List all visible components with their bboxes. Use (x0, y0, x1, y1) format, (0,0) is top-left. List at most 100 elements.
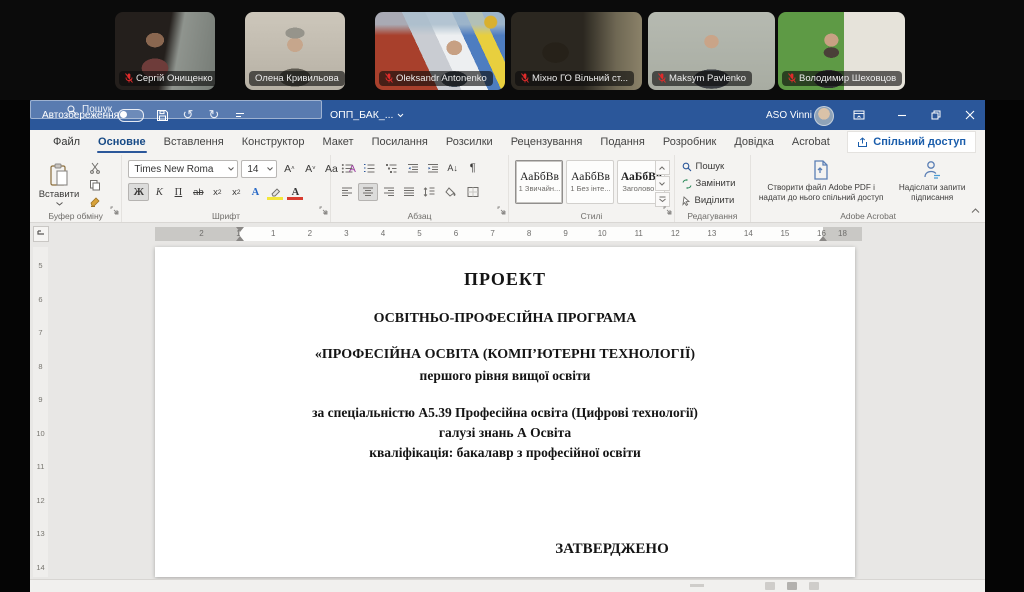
find-button[interactable]: Пошук (682, 161, 729, 172)
dialog-launcher-icon[interactable] (663, 202, 672, 220)
word-window: Автозбереження ↺ ↻ ОПП_БАК_... Пошук ASO… (30, 100, 985, 592)
text-effects-button[interactable]: А (246, 184, 264, 200)
align-right-button[interactable] (380, 184, 398, 200)
right-indent-marker[interactable] (819, 236, 827, 241)
share-button[interactable]: Спільний доступ (848, 132, 975, 152)
superscript-button[interactable]: x2 (227, 184, 245, 200)
ruler-number: 2 (183, 227, 220, 241)
horizontal-ruler[interactable]: 21 12345678910111213141516 18 (155, 227, 862, 241)
paint-bucket-icon (445, 187, 457, 197)
tab-mailings[interactable]: Розсилки (437, 132, 502, 153)
borders-button[interactable] (464, 184, 482, 200)
tab-home[interactable]: Основне (89, 132, 155, 153)
format-painter-icon[interactable] (86, 194, 104, 209)
undo-icon[interactable]: ↺ (176, 100, 200, 130)
document-page[interactable]: ПРОЕКТ ОСВІТНЬО-ПРОФЕСІЙНА ПРОГРАМА «ПРО… (155, 247, 855, 577)
ruler-left-margin: 21 (155, 227, 240, 241)
style-no-spacing[interactable]: АаБбВв 1 Без інте... (566, 160, 614, 204)
cut-icon[interactable] (86, 160, 104, 175)
dialog-launcher-icon[interactable] (319, 202, 328, 220)
dialog-launcher-icon[interactable] (497, 202, 506, 220)
ribbon-display-options-icon[interactable] (845, 100, 873, 130)
web-layout-button[interactable] (809, 582, 819, 590)
sort-button[interactable]: А↓ (444, 160, 462, 176)
ruler-number: 13 (33, 529, 48, 563)
tab-insert[interactable]: Вставлення (155, 132, 233, 153)
ruler-number: 10 (584, 227, 621, 241)
tab-view[interactable]: Подання (591, 132, 653, 153)
participant-video-6[interactable]: Володимир Шеховцов (778, 12, 905, 90)
copy-icon[interactable] (86, 177, 104, 192)
ruler-number: 3 (328, 227, 365, 241)
restore-button[interactable] (922, 100, 950, 130)
dialog-launcher-icon[interactable] (110, 202, 119, 220)
bullets-button[interactable] (338, 160, 356, 176)
increase-indent-button[interactable] (424, 160, 442, 176)
collapse-ribbon-icon[interactable] (971, 201, 980, 219)
create-pdf-button[interactable]: Створити файл Adobe PDF і надати до ньог… (757, 159, 885, 202)
align-left-button[interactable] (338, 184, 356, 200)
italic-button[interactable]: K (150, 184, 168, 200)
paste-button[interactable]: Вставити (38, 160, 80, 210)
decrease-indent-button[interactable] (404, 160, 422, 176)
multilevel-list-button[interactable] (382, 160, 400, 176)
close-button[interactable] (956, 100, 984, 130)
line-spacing-button[interactable] (420, 184, 438, 200)
underline-button[interactable]: П (169, 184, 187, 200)
participant-video-1[interactable]: Сергій Онищенко (115, 12, 215, 90)
shading-button[interactable] (442, 184, 460, 200)
grow-font-button[interactable]: A˄ (280, 161, 298, 177)
request-signatures-button[interactable]: Надіслати запити підписання (893, 159, 971, 202)
save-icon[interactable] (150, 100, 174, 130)
minimize-button[interactable] (888, 100, 916, 130)
tab-acrobat[interactable]: Acrobat (783, 132, 839, 153)
autosave-toggle[interactable] (118, 100, 144, 130)
left-indent-marker[interactable] (236, 236, 244, 241)
participant-video-3[interactable]: Oleksandr Antonenko (375, 12, 505, 90)
tab-layout[interactable]: Макет (313, 132, 362, 153)
font-size-select[interactable]: 14 (241, 160, 277, 178)
participant-video-4[interactable]: Міхно ГО Вільний ст... (511, 12, 642, 90)
first-line-indent-marker[interactable] (236, 227, 244, 232)
chevron-down-icon (267, 167, 273, 171)
quick-access-overflow-icon[interactable] (228, 100, 252, 130)
tab-file[interactable]: Файл (44, 132, 89, 153)
styles-scroll-down[interactable] (655, 176, 670, 191)
tab-selector[interactable] (33, 226, 49, 242)
tab-review[interactable]: Рецензування (502, 132, 592, 153)
ruler-number: 2 (292, 227, 329, 241)
read-mode-button[interactable] (765, 582, 775, 590)
font-color-button[interactable]: А (286, 184, 304, 200)
align-center-button[interactable] (358, 183, 378, 201)
highlight-button[interactable] (266, 184, 284, 200)
print-layout-button[interactable] (787, 582, 797, 590)
vertical-ruler[interactable]: 567891011121314 (33, 247, 48, 577)
replace-button[interactable]: Замінити (682, 178, 736, 189)
redo-icon[interactable]: ↻ (202, 100, 226, 130)
strikethrough-button[interactable]: ab (189, 184, 207, 200)
participant-video-5[interactable]: Maksym Pavlenko (648, 12, 775, 90)
tab-references[interactable]: Посилання (363, 132, 437, 153)
shrink-font-button[interactable]: A˅ (301, 161, 319, 177)
group-styles: АаБбВв 1 Звичайн... АаБбВв 1 Без інте...… (509, 155, 674, 222)
ruler-number: 7 (33, 328, 48, 362)
multilevel-list-icon (385, 163, 397, 174)
show-marks-button[interactable]: ¶ (464, 160, 482, 176)
numbering-button[interactable] (360, 160, 378, 176)
tab-help[interactable]: Довідка (725, 132, 783, 153)
account-name[interactable]: ASO Vinni (766, 100, 812, 130)
select-button[interactable]: Виділити (682, 195, 739, 206)
font-name-select[interactable]: Times New Roma (128, 160, 238, 178)
account-avatar[interactable] (814, 106, 834, 126)
justify-button[interactable] (400, 184, 418, 200)
styles-scroll-up[interactable] (655, 160, 670, 175)
tab-design[interactable]: Конструктор (233, 132, 314, 153)
tab-developer[interactable]: Розробник (654, 132, 725, 153)
participant-name-pill: Володимир Шеховцов (782, 71, 902, 86)
subscript-button[interactable]: x2 (208, 184, 226, 200)
document-title[interactable]: ОПП_БАК_... (330, 100, 404, 130)
bold-button[interactable]: Ж (128, 183, 149, 201)
bullet-list-icon (341, 163, 353, 174)
style-normal[interactable]: АаБбВв 1 Звичайн... (515, 160, 563, 204)
participant-video-2[interactable]: Олена Кривильова (245, 12, 345, 90)
